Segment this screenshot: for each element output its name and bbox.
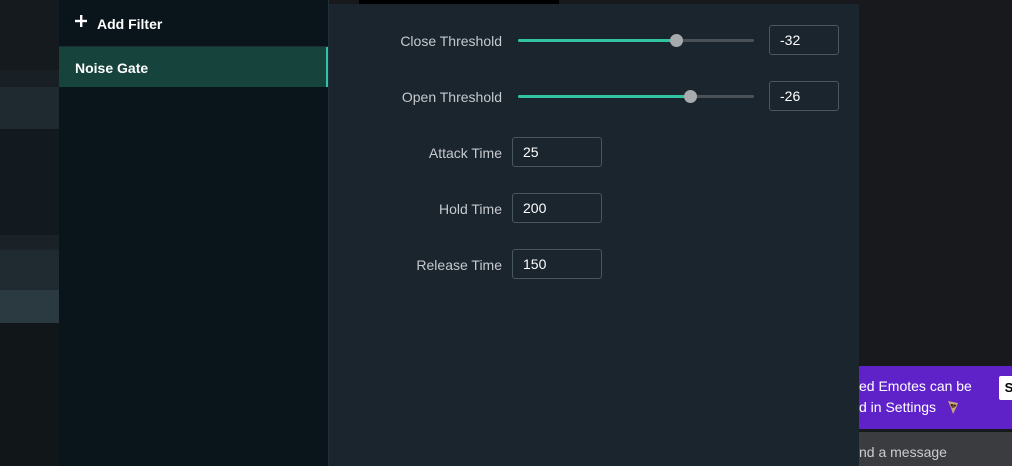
promo-text-line2-label: d in Settings <box>859 399 937 415</box>
open-threshold-input[interactable] <box>769 81 839 111</box>
promo-button[interactable]: S <box>999 376 1012 400</box>
filter-list-panel: Add Filter Noise Gate <box>59 0 328 466</box>
filter-item-noise-gate[interactable]: Noise Gate <box>59 47 328 87</box>
promo-text-line1: ed Emotes can be <box>859 378 972 394</box>
chat-placeholder: nd a message <box>859 444 947 460</box>
open-threshold-slider-thumb[interactable] <box>684 90 698 103</box>
promo-text-line2: d in Settings <box>859 398 962 416</box>
background-strip <box>0 290 59 323</box>
close-threshold-label: Close Threshold <box>400 33 502 49</box>
background-strip <box>0 129 59 235</box>
close-threshold-slider-fill <box>518 39 676 42</box>
background-strip <box>0 235 59 250</box>
background-left-panel <box>0 0 59 466</box>
close-threshold-slider[interactable] <box>518 34 754 47</box>
open-threshold-label: Open Threshold <box>401 89 502 105</box>
open-threshold-slider-fill <box>518 95 691 98</box>
close-threshold-slider-thumb[interactable] <box>669 34 683 47</box>
hold-time-input[interactable] <box>512 193 602 223</box>
hold-time-label: Hold Time <box>438 201 502 217</box>
filters-dialog: Add Filter Noise Gate Close Threshold Op… <box>59 0 859 466</box>
background-strip <box>0 0 59 70</box>
filter-settings-panel: Close Threshold Open Threshold Attack Ti… <box>329 4 859 466</box>
filter-item-label: Noise Gate <box>75 60 149 76</box>
add-filter-button[interactable]: Add Filter <box>59 5 328 45</box>
attack-time-label: Attack Time <box>428 145 502 161</box>
close-threshold-input[interactable] <box>769 25 839 55</box>
release-time-input[interactable] <box>512 249 602 279</box>
background-strip <box>0 87 59 129</box>
background-strip <box>0 250 59 290</box>
chat-message-input[interactable]: nd a message <box>859 432 1012 466</box>
attack-time-input[interactable] <box>512 137 602 167</box>
add-filter-label: Add Filter <box>97 16 163 32</box>
release-time-label: Release Time <box>416 257 502 273</box>
background-strip <box>0 323 59 466</box>
open-threshold-slider[interactable] <box>518 90 754 103</box>
emote-icon <box>944 398 962 416</box>
plus-icon <box>74 14 88 28</box>
emotes-promo-banner: ed Emotes can be d in Settings S <box>859 366 1012 429</box>
background-strip <box>0 70 59 87</box>
